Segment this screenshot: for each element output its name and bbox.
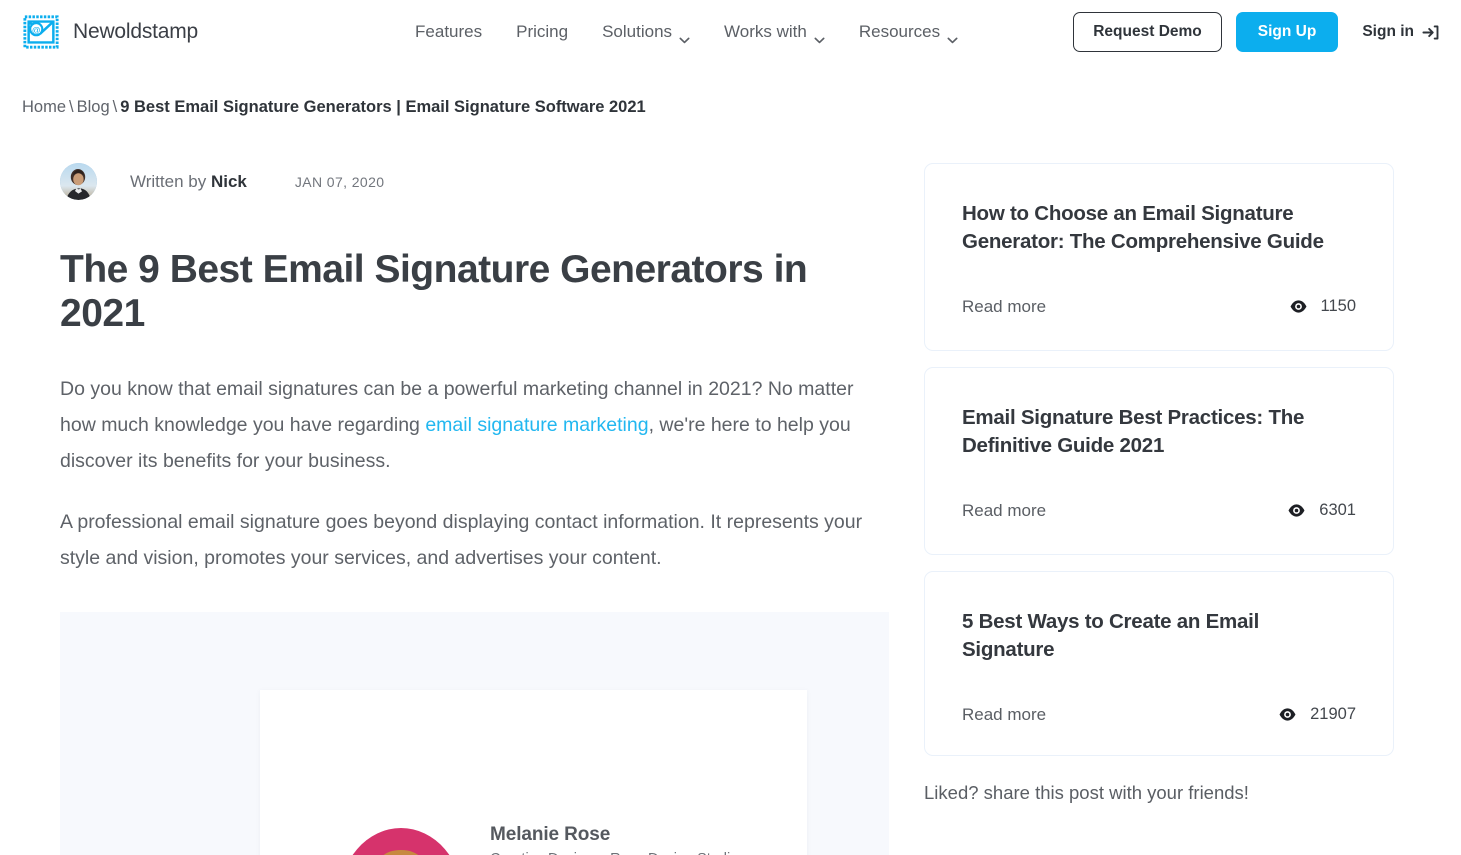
email-signature-preview-card: Melanie Rose Creative Designer Rose Desi… xyxy=(260,690,807,855)
svg-text:@: @ xyxy=(32,25,41,35)
sign-in-link[interactable]: Sign in xyxy=(1362,23,1439,41)
byline: Written by Nick JAN 07, 2020 xyxy=(60,163,852,200)
author-name[interactable]: Nick xyxy=(211,172,247,191)
nav-label: Pricing xyxy=(516,22,569,41)
chevron-down-icon xyxy=(814,29,825,43)
eye-icon xyxy=(1278,705,1297,724)
chevron-down-icon xyxy=(679,29,690,43)
site-header: @ Newoldstamp Features Pricing Solutions… xyxy=(0,0,1461,64)
nav-item-pricing[interactable]: Pricing xyxy=(499,14,585,50)
article-paragraph-2: A professional email signature goes beyo… xyxy=(60,510,863,569)
signature-content: Melanie Rose Creative Designer Rose Desi… xyxy=(332,818,738,855)
read-more-link[interactable]: Read more xyxy=(962,705,1046,725)
signature-name: Melanie Rose xyxy=(490,824,611,846)
view-count: 21907 xyxy=(1278,705,1356,724)
written-by-prefix: Written by xyxy=(130,171,211,191)
nav-label: Solutions xyxy=(602,22,673,41)
breadcrumb-separator: \ xyxy=(112,98,118,116)
header-actions: Request Demo Sign Up Sign in xyxy=(1073,12,1439,52)
nav-item-resources[interactable]: Resources xyxy=(842,14,975,50)
related-post-title: Email Signature Best Practices: The Defi… xyxy=(962,406,1305,458)
email-signature-marketing-link[interactable]: email signature marketing xyxy=(425,414,648,436)
card-footer: Read more 1150 xyxy=(962,297,1356,317)
breadcrumb-current: 9 Best Email Signature Generators | Emai… xyxy=(120,98,646,116)
chevron-down-icon xyxy=(947,29,958,43)
sign-up-button[interactable]: Sign Up xyxy=(1235,12,1339,52)
views-number: 6301 xyxy=(1319,501,1356,520)
article-image: Melanie Rose Creative Designer Rose Desi… xyxy=(60,612,889,855)
related-post-card[interactable]: Email Signature Best Practices: The Defi… xyxy=(924,367,1394,555)
request-demo-button[interactable]: Request Demo xyxy=(1073,12,1222,52)
nav-item-solutions[interactable]: Solutions xyxy=(585,14,707,50)
signature-details: Melanie Rose Creative Designer Rose Desi… xyxy=(490,818,738,855)
brand-logo-link[interactable]: @ Newoldstamp xyxy=(22,13,198,51)
eye-icon xyxy=(1289,297,1308,316)
related-post-title: How to Choose an Email Signature Generat… xyxy=(962,202,1324,254)
read-more-link[interactable]: Read more xyxy=(962,297,1046,317)
related-post-card[interactable]: How to Choose an Email Signature Generat… xyxy=(924,163,1394,351)
nav-label: Features xyxy=(415,22,483,41)
eye-icon xyxy=(1287,501,1306,520)
page-title: The 9 Best Email Signature Generators in… xyxy=(60,248,808,336)
portrait-photo xyxy=(332,818,470,855)
nav-item-works-with[interactable]: Works with xyxy=(707,14,842,50)
nav-item-features[interactable]: Features xyxy=(398,14,499,50)
breadcrumb-home[interactable]: Home xyxy=(22,98,66,116)
view-count: 1150 xyxy=(1289,297,1356,316)
views-number: 1150 xyxy=(1320,297,1356,316)
signature-role: Creative Designer Rose Design Studio xyxy=(490,851,738,855)
article-paragraph-1: Do you know that email signatures can be… xyxy=(60,371,878,480)
nav-label: Works with xyxy=(724,22,807,41)
nav-label: Resources xyxy=(858,22,941,41)
byline-author-text: Written by Nick xyxy=(130,172,247,192)
card-footer: Read more 6301 xyxy=(962,501,1356,521)
card-footer: Read more 21907 xyxy=(962,705,1356,725)
view-count: 6301 xyxy=(1287,501,1356,520)
publish-date: JAN 07, 2020 xyxy=(294,173,385,190)
sign-in-label: Sign in xyxy=(1362,23,1414,40)
author-avatar xyxy=(60,163,97,200)
share-prompt: Liked? share this post with your friends… xyxy=(924,781,1249,803)
views-number: 21907 xyxy=(1310,705,1356,724)
article-column: Written by Nick JAN 07, 2020 The 9 Best … xyxy=(22,163,889,855)
read-more-link[interactable]: Read more xyxy=(962,501,1046,521)
main-navigation: Features Pricing Solutions Works with Re… xyxy=(398,14,1073,50)
breadcrumb: Home \ Blog \ 9 Best Email Signature Generat… xyxy=(0,64,1461,117)
related-post-title: 5 Best Ways to Create an Email Signature xyxy=(962,610,1260,662)
related-post-card[interactable]: 5 Best Ways to Create an Email Signature… xyxy=(924,571,1394,756)
breadcrumb-separator: \ xyxy=(69,98,74,116)
breadcrumb-blog[interactable]: Blog xyxy=(77,98,110,116)
brand-name: Newoldstamp xyxy=(73,20,199,43)
sidebar: How to Choose an Email Signature Generat… xyxy=(924,163,1394,804)
login-arrow-icon xyxy=(1422,24,1439,41)
page-layout: Written by Nick JAN 07, 2020 The 9 Best … xyxy=(0,163,1461,855)
stamp-envelope-at-icon: @ xyxy=(22,13,60,51)
